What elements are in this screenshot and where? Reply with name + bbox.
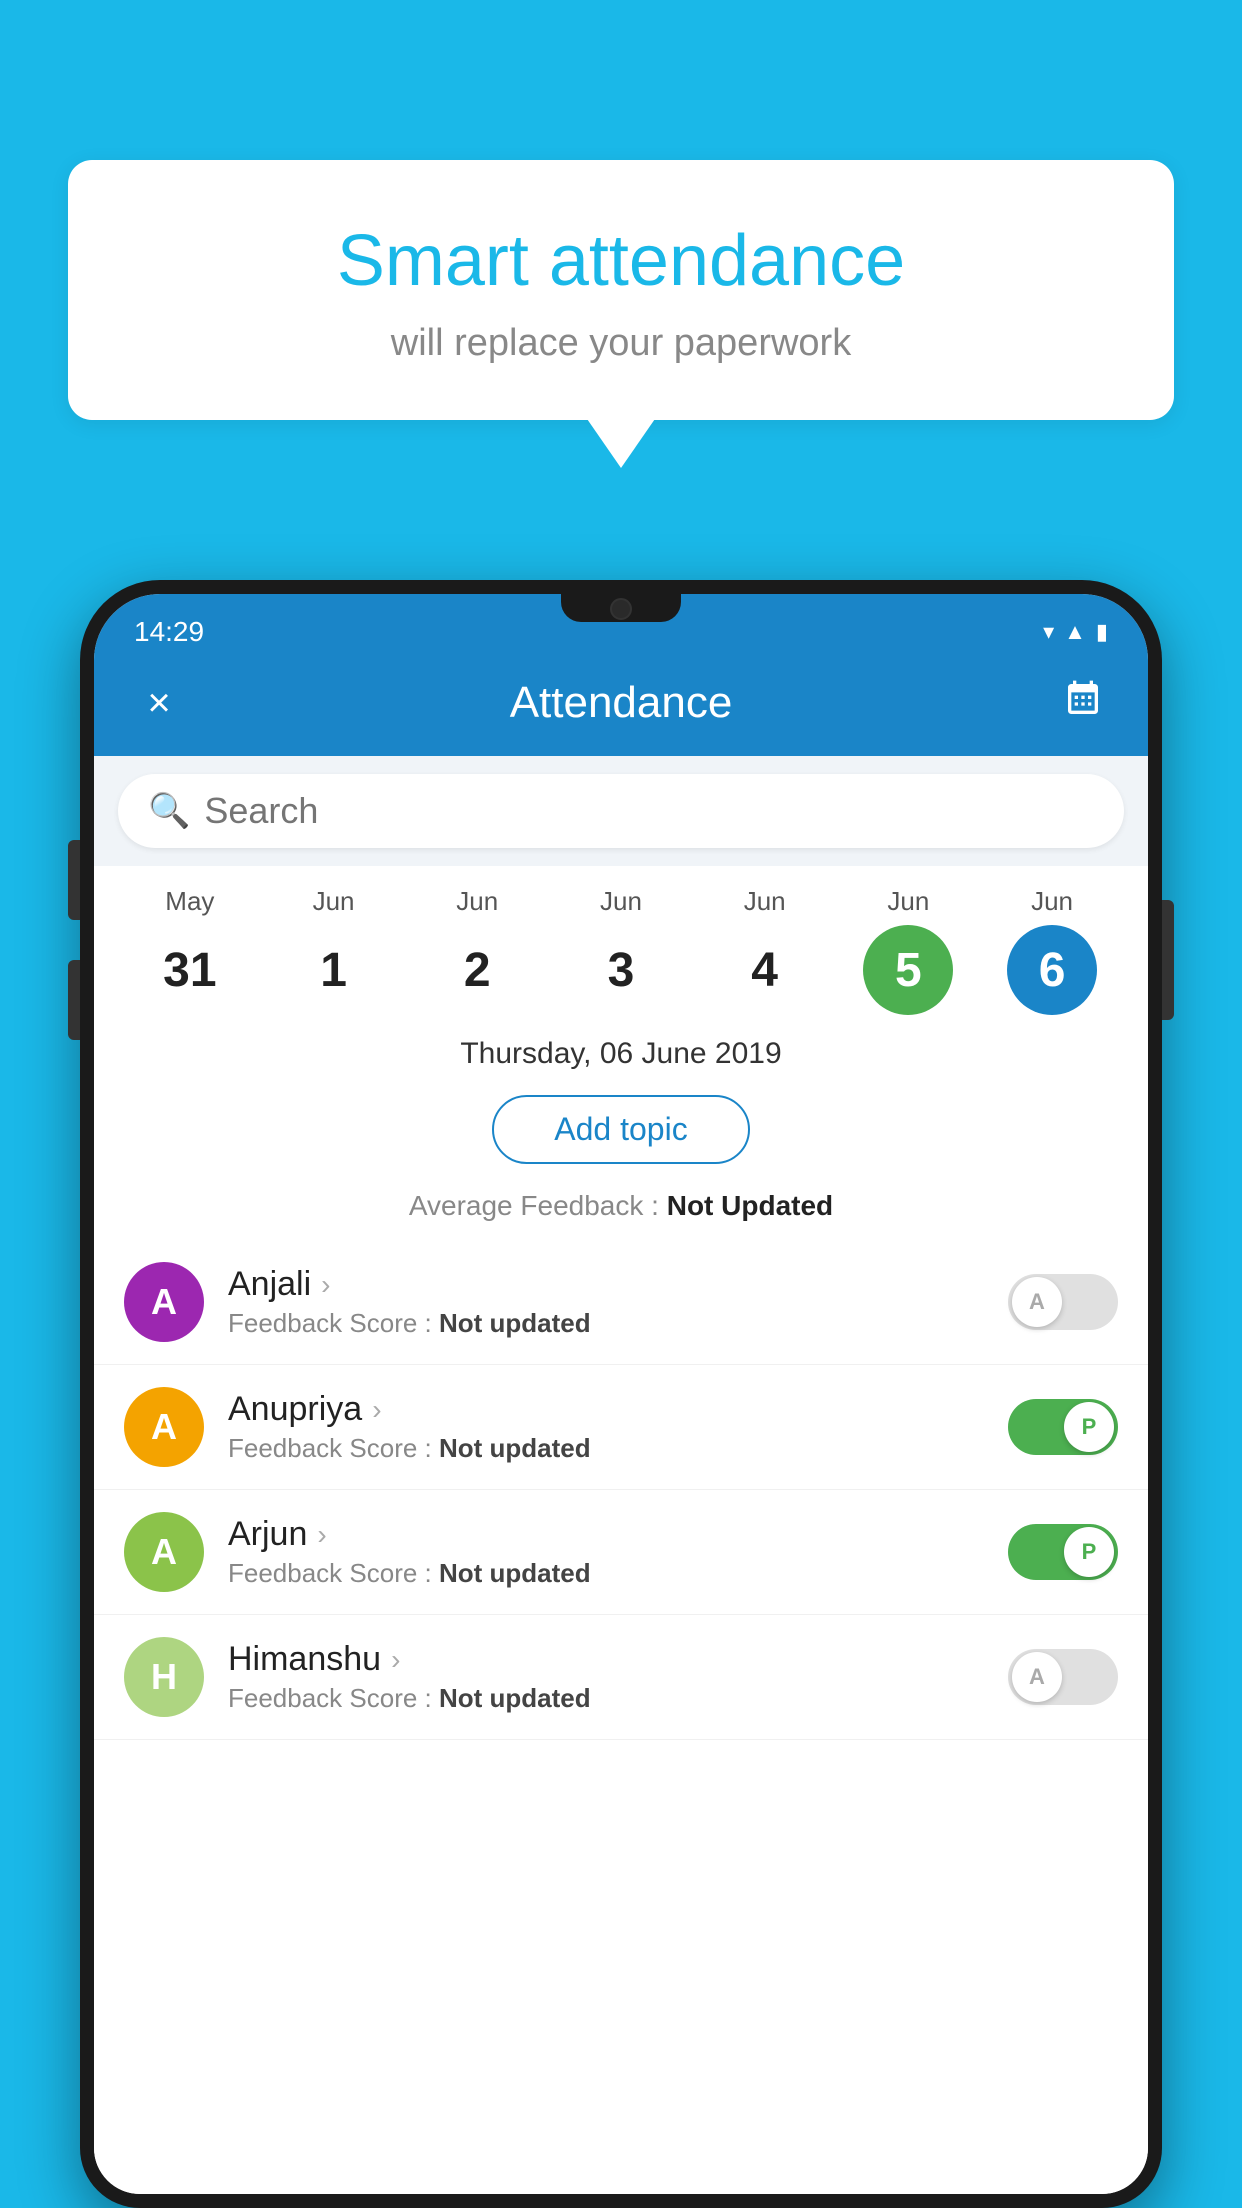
- avatar: A: [124, 1512, 204, 1592]
- student-item: A Anupriya › Feedback Score : Not updated P: [94, 1365, 1148, 1490]
- avatar: A: [124, 1387, 204, 1467]
- avg-feedback-label: Average Feedback :: [409, 1190, 667, 1221]
- calendar-day[interactable]: Jun 4: [705, 886, 825, 1015]
- student-item: A Arjun › Feedback Score : Not updated P: [94, 1490, 1148, 1615]
- phone-frame: 14:29 ▾ ▲ ▮ × Attendance 🔍 M: [80, 580, 1162, 2208]
- attendance-toggle-wrap: A: [1008, 1649, 1118, 1705]
- cal-day-number: 5: [863, 925, 953, 1015]
- student-info: Arjun › Feedback Score : Not updated: [228, 1515, 984, 1589]
- cal-day-number: 6: [1007, 925, 1097, 1015]
- add-topic-button[interactable]: Add topic: [492, 1095, 749, 1164]
- avg-feedback-value: Not Updated: [667, 1190, 833, 1221]
- speech-bubble-container: Smart attendance will replace your paper…: [68, 160, 1174, 420]
- calendar-day[interactable]: May 31: [130, 886, 250, 1015]
- attendance-toggle-wrap: A: [1008, 1274, 1118, 1330]
- signal-icon: ▲: [1064, 619, 1086, 645]
- cal-day-number: 3: [576, 925, 666, 1015]
- cal-month-label: Jun: [456, 886, 498, 917]
- calendar-day[interactable]: Jun 1: [274, 886, 394, 1015]
- cal-month-label: Jun: [744, 886, 786, 917]
- search-input[interactable]: [204, 790, 1094, 832]
- calendar-icon[interactable]: [1058, 679, 1108, 728]
- status-time: 14:29: [134, 616, 204, 648]
- calendar-row: May 31 Jun 1 Jun 2 Jun 3 Jun 4 Jun 5 Jun 6: [94, 866, 1148, 1015]
- student-info: Anupriya › Feedback Score : Not updated: [228, 1390, 984, 1464]
- student-feedback: Feedback Score : Not updated: [228, 1558, 984, 1589]
- student-name[interactable]: Arjun ›: [228, 1515, 984, 1554]
- status-icons: ▾ ▲ ▮: [1043, 619, 1108, 645]
- speech-bubble-title: Smart attendance: [128, 220, 1114, 302]
- wifi-icon: ▾: [1043, 619, 1054, 645]
- power-button[interactable]: [1162, 900, 1174, 1020]
- speech-bubble: Smart attendance will replace your paper…: [68, 160, 1174, 420]
- chevron-icon: ›: [317, 1519, 326, 1551]
- cal-day-number: 1: [289, 925, 379, 1015]
- toggle-thumb: P: [1064, 1527, 1114, 1577]
- cal-day-number: 4: [720, 925, 810, 1015]
- student-item: H Himanshu › Feedback Score : Not updated A: [94, 1615, 1148, 1740]
- app-bar-title: Attendance: [184, 678, 1058, 728]
- date-display: Thursday, 06 June 2019: [94, 1015, 1148, 1081]
- cal-month-label: May: [165, 886, 214, 917]
- add-topic-wrap: Add topic: [94, 1081, 1148, 1182]
- cal-month-label: Jun: [1031, 886, 1073, 917]
- attendance-toggle[interactable]: A: [1008, 1649, 1118, 1705]
- calendar-day[interactable]: Jun 6: [992, 886, 1112, 1015]
- cal-month-label: Jun: [887, 886, 929, 917]
- calendar-day[interactable]: Jun 2: [417, 886, 537, 1015]
- volume-up-button[interactable]: [68, 840, 80, 920]
- student-info: Himanshu › Feedback Score : Not updated: [228, 1640, 984, 1714]
- toggle-thumb: A: [1012, 1277, 1062, 1327]
- student-list: AAnjali ›Feedback Score : Not updatedAAA…: [94, 1240, 1148, 2194]
- search-icon: 🔍: [148, 791, 190, 831]
- student-item: A Anjali › Feedback Score : Not updated A: [94, 1240, 1148, 1365]
- chevron-icon: ›: [372, 1394, 381, 1426]
- student-name[interactable]: Anupriya ›: [228, 1390, 984, 1429]
- student-info: Anjali › Feedback Score : Not updated: [228, 1265, 984, 1339]
- cal-month-label: Jun: [600, 886, 642, 917]
- attendance-toggle-wrap: P: [1008, 1524, 1118, 1580]
- avg-feedback: Average Feedback : Not Updated: [94, 1182, 1148, 1240]
- volume-down-button[interactable]: [68, 960, 80, 1040]
- attendance-toggle[interactable]: A: [1008, 1274, 1118, 1330]
- student-feedback: Feedback Score : Not updated: [228, 1433, 984, 1464]
- avatar: A: [124, 1262, 204, 1342]
- search-bar[interactable]: 🔍: [118, 774, 1124, 848]
- calendar-day[interactable]: Jun 3: [561, 886, 681, 1015]
- selected-date-text: Thursday, 06 June 2019: [460, 1037, 781, 1070]
- student-feedback: Feedback Score : Not updated: [228, 1308, 984, 1339]
- cal-day-number: 31: [145, 925, 235, 1015]
- attendance-toggle-wrap: P: [1008, 1399, 1118, 1455]
- app-bar: × Attendance: [94, 658, 1148, 756]
- phone-camera: [610, 598, 632, 620]
- calendar-day[interactable]: Jun 5: [848, 886, 968, 1015]
- student-feedback: Feedback Score : Not updated: [228, 1683, 984, 1714]
- toggle-thumb: P: [1064, 1402, 1114, 1452]
- chevron-icon: ›: [391, 1644, 400, 1676]
- cal-month-label: Jun: [313, 886, 355, 917]
- toggle-thumb: A: [1012, 1652, 1062, 1702]
- cal-day-number: 2: [432, 925, 522, 1015]
- phone-screen: 14:29 ▾ ▲ ▮ × Attendance 🔍 M: [94, 594, 1148, 2194]
- attendance-toggle[interactable]: P: [1008, 1524, 1118, 1580]
- battery-icon: ▮: [1096, 619, 1108, 645]
- chevron-icon: ›: [321, 1269, 330, 1301]
- speech-bubble-subtitle: will replace your paperwork: [128, 322, 1114, 365]
- close-button[interactable]: ×: [134, 681, 184, 726]
- student-name[interactable]: Himanshu ›: [228, 1640, 984, 1679]
- search-container: 🔍: [94, 756, 1148, 866]
- attendance-toggle[interactable]: P: [1008, 1399, 1118, 1455]
- avatar: H: [124, 1637, 204, 1717]
- student-name[interactable]: Anjali ›: [228, 1265, 984, 1304]
